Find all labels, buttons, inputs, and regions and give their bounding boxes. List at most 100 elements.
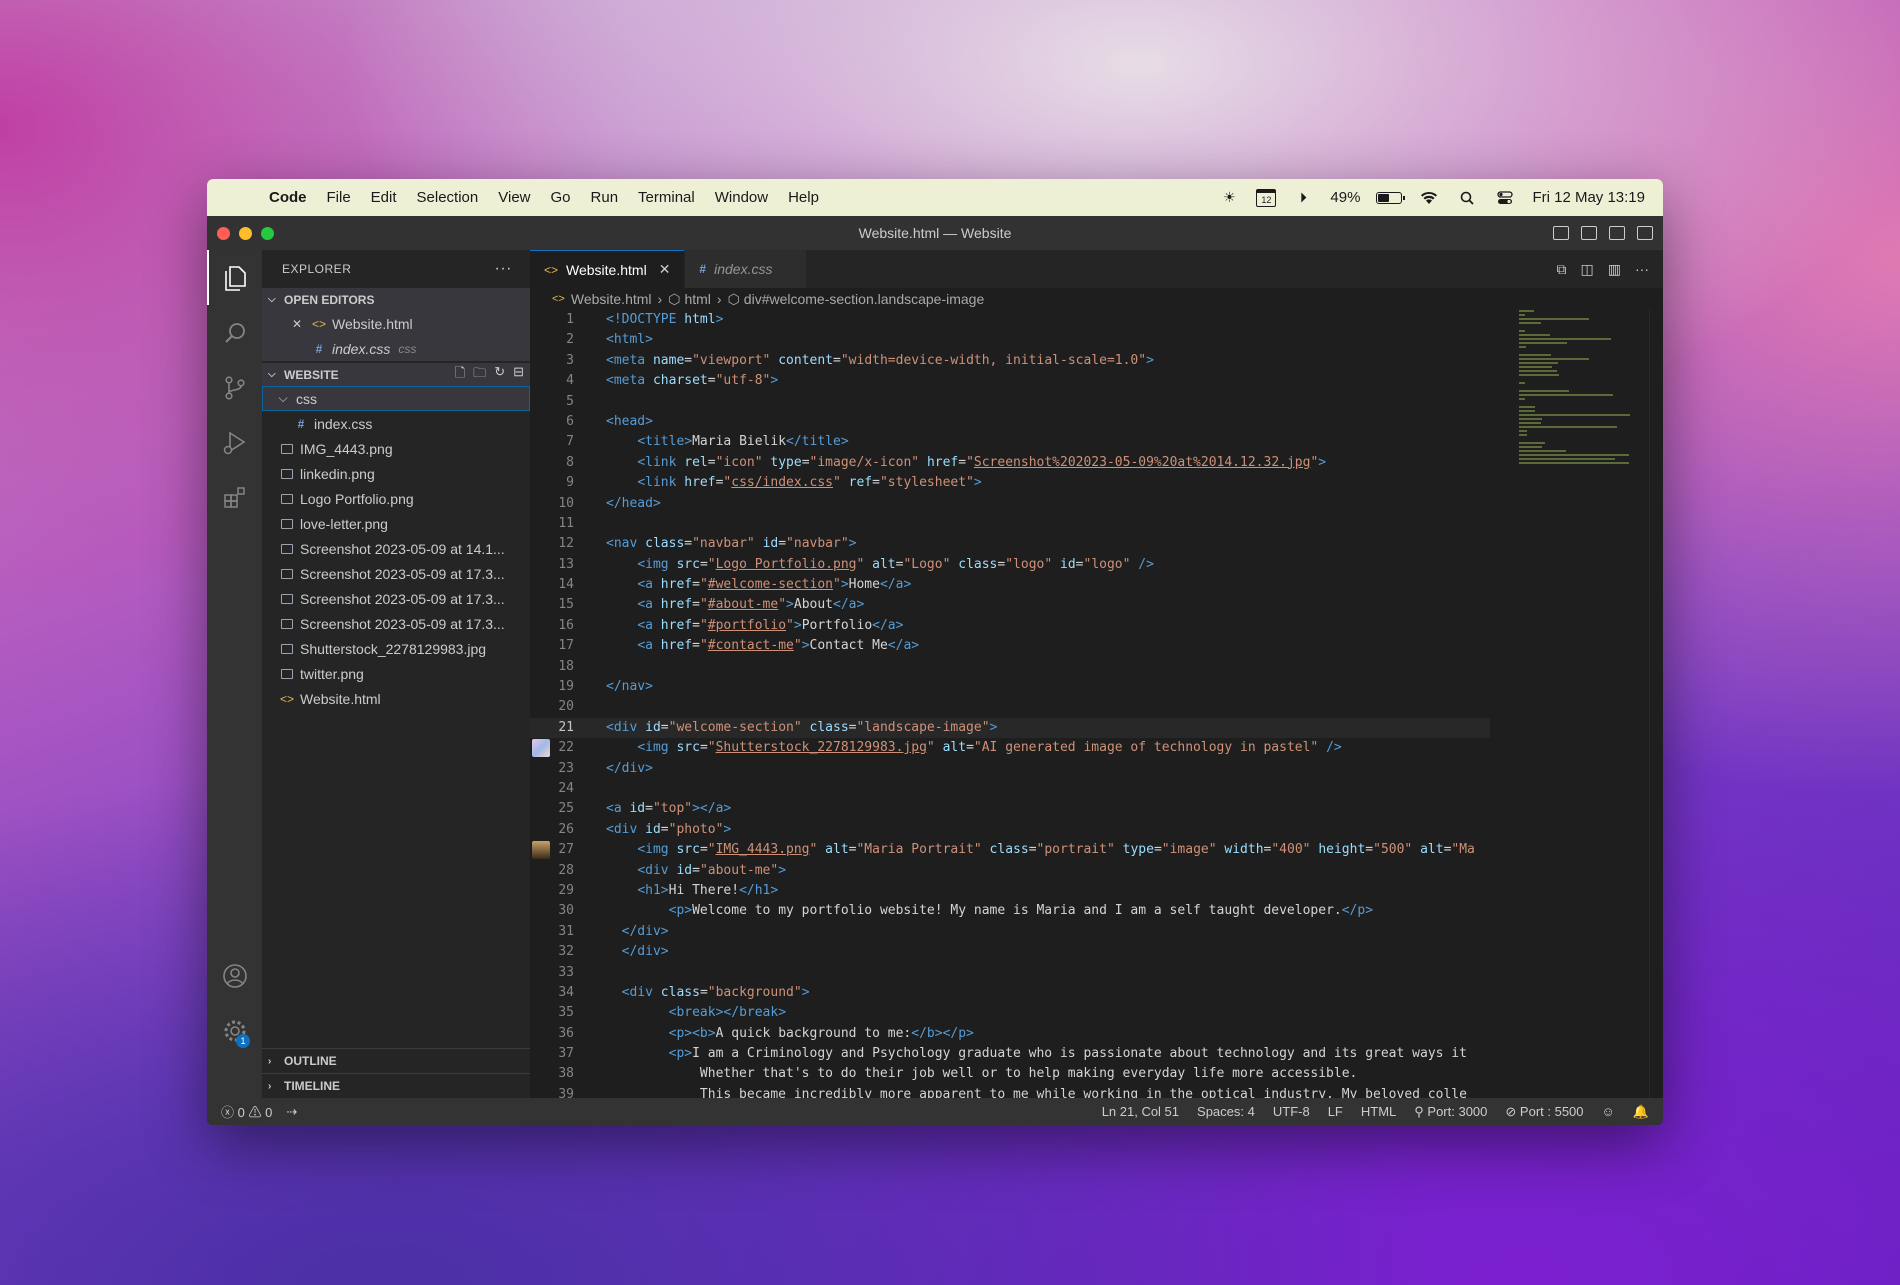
code-line[interactable]: 17 <a href="#contact-me">Contact Me</a> [530,636,1490,656]
code-line[interactable]: 38 Whether that's to do their job well o… [530,1064,1490,1084]
more-actions-icon[interactable]: ··· [1635,261,1649,277]
open-preview-icon[interactable]: ⧉ [1557,261,1567,278]
folder-css[interactable]: ⌵ css [262,386,530,411]
close-icon[interactable]: ✕ [288,317,306,331]
code-line[interactable]: 20 [530,697,1490,717]
code-line[interactable]: 10 </head> [530,494,1490,514]
toggle-primary-sidebar-icon[interactable] [1553,226,1569,240]
toggle-panel-icon[interactable] [1581,226,1597,240]
image-preview-thumbnail[interactable] [532,841,550,860]
menu-selection[interactable]: Selection [407,189,489,206]
image-preview-thumbnail[interactable] [532,739,550,758]
minimap[interactable] [1519,310,1649,530]
refresh-icon[interactable]: ↻ [494,364,505,386]
code-line[interactable]: 18 [530,657,1490,677]
file-item[interactable]: twitter.png [262,661,530,686]
cursor-position[interactable]: Ln 21, Col 51 [1102,1104,1179,1119]
encoding[interactable]: UTF-8 [1273,1104,1310,1119]
code-line[interactable]: 9 <link href="css/index.css" ref="styles… [530,473,1490,493]
collapse-all-icon[interactable]: ⊟ [513,364,524,386]
code-line[interactable]: 32 </div> [530,942,1490,962]
end-of-line[interactable]: LF [1328,1104,1343,1119]
timeline-section[interactable]: › TIMELINE [262,1073,530,1098]
code-line[interactable]: 13 <img src="Logo Portfolio.png" alt="Lo… [530,555,1490,575]
menu-run[interactable]: Run [581,189,629,206]
code-line[interactable]: 14 <a href="#welcome-section">Home</a> [530,575,1490,595]
code-line[interactable]: 19 </nav> [530,677,1490,697]
close-icon[interactable]: ✕ [659,261,671,278]
code-line[interactable]: 24 [530,779,1490,799]
code-line[interactable]: 25 <a id="top"></a> [530,799,1490,819]
menu-terminal[interactable]: Terminal [628,189,705,206]
breadcrumb-item[interactable]: div#welcome-section.landscape-image [744,291,984,307]
code-line[interactable]: 4 <meta charset="utf-8"> [530,371,1490,391]
source-control-icon[interactable] [207,360,262,415]
spotlight-search-icon[interactable] [1456,190,1478,206]
customize-layout-icon[interactable] [1637,226,1653,240]
file-item[interactable]: # index.css [262,411,530,436]
account-icon[interactable] [207,948,262,1003]
problems-indicator[interactable]: ⓧ 0 ⚠ 0 [221,1102,272,1121]
file-item[interactable]: <> Website.html [262,686,530,711]
new-file-icon[interactable]: 🗋 [455,364,465,386]
code-line[interactable]: 26 <div id="photo"> [530,820,1490,840]
code-line[interactable]: 8 <link rel="icon" type="image/x-icon" h… [530,453,1490,473]
tab-website-html[interactable]: <> Website.html ✕ [530,250,686,288]
night-shift-icon[interactable]: ☀ [1218,189,1240,206]
code-line[interactable]: 22 <img src="Shutterstock_2278129983.jpg… [530,738,1490,758]
manage-gear-icon[interactable]: 1 [207,1003,262,1058]
code-line[interactable]: 7 <title>Maria Bielik</title> [530,432,1490,452]
code-line[interactable]: 29 <h1>Hi There!</h1> [530,881,1490,901]
outline-section[interactable]: › OUTLINE [262,1048,530,1073]
port-3000-item[interactable]: ⚲ Port: 3000 [1414,1104,1487,1120]
code-line[interactable]: 15 <a href="#about-me">About</a> [530,595,1490,615]
language-mode[interactable]: HTML [1361,1104,1396,1119]
clock[interactable]: Fri 12 May 13:19 [1532,189,1645,206]
file-item[interactable]: Screenshot 2023-05-09 at 17.3... [262,611,530,636]
play-circle-icon[interactable]: ⏵ [1292,189,1314,206]
split-editor-icon[interactable]: ▥ [1608,261,1621,278]
go-live-item[interactable]: ⊘ Port : 5500 [1505,1104,1583,1120]
breadcrumb-item[interactable]: Website.html [571,291,652,307]
open-editors-section[interactable]: ⌵ OPEN EDITORS [262,288,530,311]
file-item[interactable]: Shutterstock_2278129983.jpg [262,636,530,661]
code-line[interactable]: 34 <div class="background"> [530,983,1490,1003]
extensions-icon[interactable] [207,470,262,525]
menu-window[interactable]: Window [705,189,778,206]
new-folder-icon[interactable]: 🗀 [473,364,486,386]
wifi-icon[interactable] [1418,190,1440,206]
live-share-icon[interactable]: ⇢ [286,1104,297,1120]
code-line[interactable]: 28 <div id="about-me"> [530,861,1490,881]
code-line[interactable]: 30 <p>Welcome to my portfolio website! M… [530,901,1490,921]
calendar-icon[interactable]: 12 [1256,188,1277,207]
code-line[interactable]: 6 <head> [530,412,1490,432]
open-editor-item[interactable]: # index.css css [262,336,530,361]
file-item[interactable]: Logo Portfolio.png [262,486,530,511]
file-item[interactable]: Screenshot 2023-05-09 at 14.1... [262,536,530,561]
code-line[interactable]: 5 [530,392,1490,412]
code-editor[interactable]: 1 <!DOCTYPE html> 2 <html> 3 <meta name="view… [530,310,1490,1098]
toggle-secondary-sidebar-icon[interactable] [1609,226,1625,240]
file-item[interactable]: Screenshot 2023-05-09 at 17.3... [262,586,530,611]
code-line[interactable]: 3 <meta name="viewport" content="width=de… [530,351,1490,371]
run-debug-icon[interactable] [207,415,262,470]
code-line[interactable]: 35 <break></break> [530,1003,1490,1023]
code-line[interactable]: 16 <a href="#portfolio">Portfolio</a> [530,616,1490,636]
battery-icon[interactable] [1376,191,1406,204]
file-item[interactable]: love-letter.png [262,511,530,536]
compare-icon[interactable]: ◫ [1581,261,1594,278]
code-line[interactable]: 1 <!DOCTYPE html> [530,310,1490,330]
menu-app-name[interactable]: Code [259,189,317,206]
tab-index-css[interactable]: # index.css [685,250,808,288]
menu-help[interactable]: Help [778,189,829,206]
file-item[interactable]: IMG_4443.png [262,436,530,461]
indentation[interactable]: Spaces: 4 [1197,1104,1255,1119]
code-line[interactable]: 37 <p>I am a Criminology and Psychology … [530,1044,1490,1064]
code-line[interactable]: 2 <html> [530,330,1490,350]
vertical-scrollbar[interactable] [1649,310,1663,1098]
code-line[interactable]: 33 [530,963,1490,983]
search-icon[interactable] [207,305,262,360]
code-line[interactable]: 11 [530,514,1490,534]
code-line[interactable]: 39 This became incredibly more apparent … [530,1085,1490,1098]
code-line[interactable]: 36 <p><b>A quick background to me:</b></… [530,1024,1490,1044]
